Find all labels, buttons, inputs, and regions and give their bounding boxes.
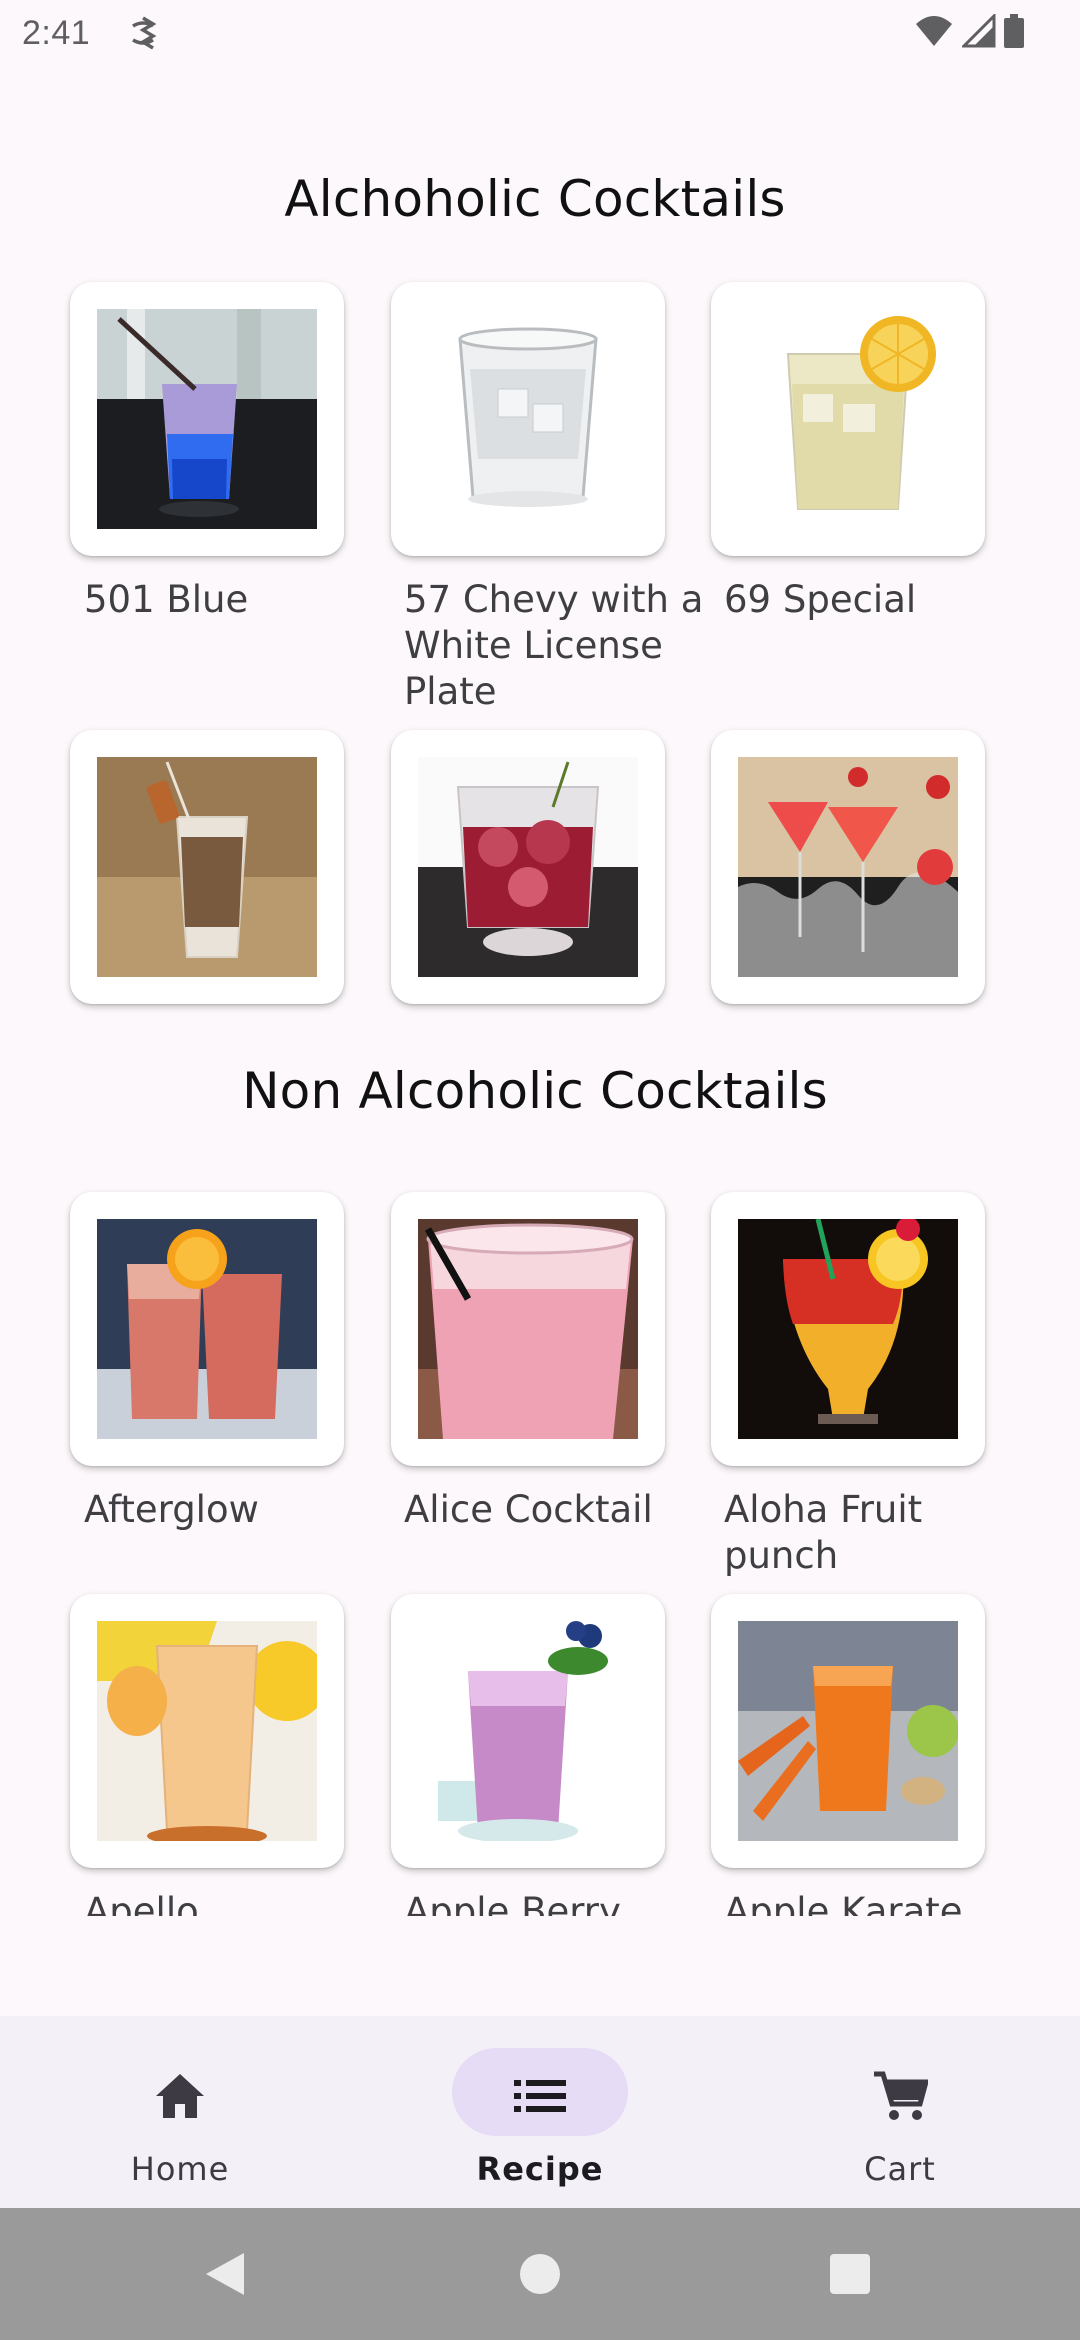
nav-item-recipe[interactable]: Recipe [360, 2016, 720, 2208]
cocktail-card-apple-berry[interactable] [391, 1594, 665, 1868]
cocktail-card[interactable] [391, 730, 665, 1004]
cocktail-name[interactable]: Apello [84, 1889, 384, 1916]
cocktail-name[interactable]: 501 Blue [84, 577, 384, 623]
home-circle-icon[interactable] [519, 2253, 561, 2295]
cocktail-card[interactable] [70, 730, 344, 1004]
status-bar: 2:41 [0, 0, 1080, 66]
cocktail-card[interactable] [711, 730, 985, 1004]
cocktail-card-apello[interactable] [70, 1594, 344, 1868]
bottom-navigation: Home Recipe Cart [0, 2016, 1080, 2208]
home-icon [152, 2068, 208, 2124]
cocktail-card-57-chevy[interactable] [391, 282, 665, 556]
cocktail-image [418, 309, 638, 529]
cocktail-name[interactable]: Apple Karate [724, 1889, 1024, 1916]
nav-label-recipe: Recipe [476, 2150, 604, 2188]
cocktail-image [418, 1219, 638, 1439]
cocktail-image [418, 757, 638, 977]
cocktail-card-aloha-fruit-punch[interactable] [711, 1192, 985, 1466]
signal-icon [960, 11, 996, 53]
nav-item-cart[interactable]: Cart [720, 2016, 1080, 2208]
cocktail-name[interactable]: 69 Special [724, 577, 1024, 623]
cocktail-image [738, 1219, 958, 1439]
cocktail-card-alice-cocktail[interactable] [391, 1192, 665, 1466]
cocktail-image [418, 1621, 638, 1841]
recents-square-icon[interactable] [829, 2253, 871, 2295]
sync-app-icon [128, 16, 158, 50]
cocktail-name[interactable]: Alice Cocktail [404, 1487, 704, 1533]
alcoholic-section-title: Alchoholic Cocktails [284, 170, 786, 228]
list-icon [512, 2068, 568, 2124]
cocktail-card-apple-karate[interactable] [711, 1594, 985, 1868]
cocktail-image [97, 1219, 317, 1439]
cocktail-image [97, 757, 317, 977]
non-alcoholic-grid: Afterglow Alice Cocktail Aloha Fruit pun… [0, 1160, 1080, 1916]
cocktail-name[interactable]: Afterglow [84, 1487, 384, 1533]
cocktail-image [738, 309, 958, 529]
cocktail-image [97, 309, 317, 529]
cocktail-image [97, 1621, 317, 1841]
cocktail-name[interactable]: Apple Berry [404, 1889, 704, 1916]
cocktail-card-501-blue[interactable] [70, 282, 344, 556]
cocktail-name[interactable]: 57 Chevy with a White License Plate [404, 577, 704, 715]
nav-item-home[interactable]: Home [0, 2016, 360, 2208]
cocktail-image [738, 757, 958, 977]
system-navigation-bar [0, 2208, 1080, 2340]
wifi-icon [914, 14, 954, 53]
nav-label-cart: Cart [864, 2150, 936, 2188]
status-time: 2:41 [22, 13, 91, 52]
back-icon[interactable] [204, 2251, 248, 2297]
cocktail-name[interactable]: Aloha Fruit punch [724, 1487, 1024, 1579]
cocktail-card-69-special[interactable] [711, 282, 985, 556]
cocktail-image [738, 1621, 958, 1841]
cart-icon [872, 2068, 928, 2124]
battery-icon [1004, 13, 1024, 53]
cocktail-card-afterglow[interactable] [70, 1192, 344, 1466]
nav-label-home: Home [130, 2150, 230, 2188]
non-alcoholic-section-title: Non Alcoholic Cocktails [242, 1062, 828, 1120]
